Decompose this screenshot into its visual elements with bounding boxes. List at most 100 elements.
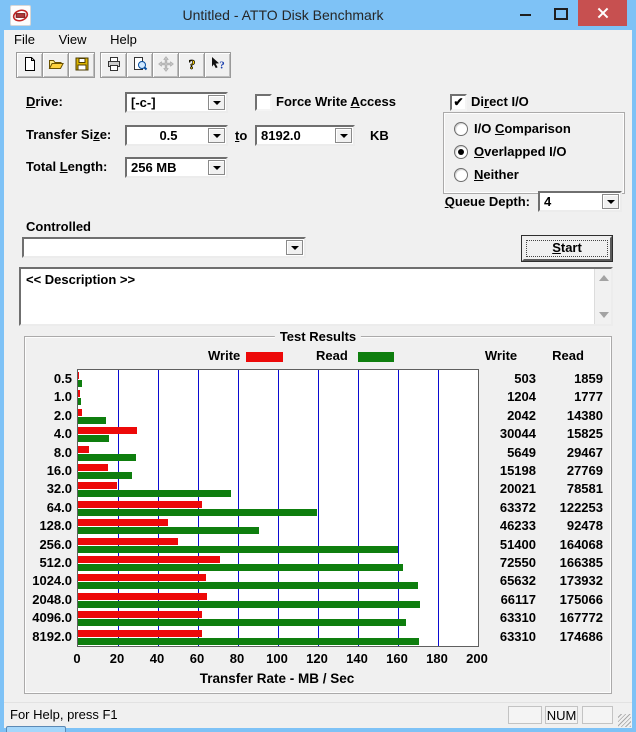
row-label: 128.0	[39, 518, 72, 533]
help-icon: ?	[188, 58, 196, 74]
write-value: 46233	[499, 518, 536, 533]
context-help-icon: ?	[211, 57, 224, 72]
new-document-icon	[24, 57, 35, 71]
write-bar	[78, 372, 79, 379]
write-bar	[78, 464, 108, 471]
menu-bar: File View Help	[4, 30, 632, 49]
menu-help[interactable]: Help	[100, 30, 147, 49]
drive-dropdown-button[interactable]	[208, 95, 225, 110]
gridline	[438, 370, 439, 646]
chevron-down-icon	[606, 199, 615, 204]
check-icon: ✔	[453, 95, 464, 109]
read-value: 1777	[574, 389, 603, 404]
x-tick-label: 160	[386, 651, 408, 666]
write-bar	[78, 556, 220, 563]
read-bar	[78, 564, 403, 571]
to-label: to	[235, 128, 248, 143]
total-length-dropdown-button[interactable]	[208, 160, 225, 175]
benchmark-settings-panel: Drive: [-c-] ✔ Force Write Access ✔ Dire…	[4, 80, 632, 703]
transfer-to-dropdown-button[interactable]	[335, 128, 352, 143]
scroll-up-icon[interactable]	[599, 275, 609, 281]
overlapped-io-radio[interactable]	[454, 145, 468, 159]
transfer-from-dropdown-button[interactable]	[208, 128, 225, 143]
force-write-access-checkbox[interactable]: ✔	[255, 94, 272, 111]
controlled-label: Controlled	[26, 219, 91, 234]
background-window-edge	[6, 726, 66, 732]
x-tick-label: 80	[229, 651, 245, 666]
close-button[interactable]	[578, 0, 627, 26]
svg-text:?: ?	[188, 58, 195, 72]
app-icon[interactable]	[10, 5, 31, 26]
scroll-down-icon[interactable]	[599, 312, 609, 318]
direct-io-checkbox[interactable]: ✔	[450, 94, 467, 111]
menu-file[interactable]: File	[4, 30, 45, 49]
write-value: 63310	[499, 629, 536, 644]
open-file-button[interactable]	[42, 52, 69, 78]
description-field[interactable]: << Description >>	[19, 267, 613, 326]
write-value: 15198	[499, 463, 536, 478]
minimize-button[interactable]	[510, 0, 542, 26]
save-button[interactable]	[68, 52, 95, 78]
chevron-down-icon	[212, 165, 221, 170]
queue-depth-select[interactable]: 4	[538, 191, 622, 212]
legend-read-label: Read	[316, 348, 348, 363]
start-button[interactable]: Start	[521, 235, 613, 262]
read-bar	[78, 490, 231, 497]
context-help-button[interactable]: ?	[204, 52, 231, 78]
read-value: 174686	[559, 629, 603, 644]
resize-grip[interactable]	[618, 714, 631, 727]
write-bar	[78, 446, 89, 453]
menu-view[interactable]: View	[49, 30, 97, 49]
read-value: 122253	[559, 500, 603, 515]
write-value: 503	[514, 371, 536, 386]
write-bar	[78, 390, 80, 397]
read-value: 1859	[574, 371, 603, 386]
status-bar: For Help, press F1 NUM	[4, 702, 632, 728]
read-value: 15825	[566, 426, 603, 441]
test-results-group: Test Results Write Read Write Read 0 20 40…	[24, 329, 612, 694]
io-comparison-label: I/O Comparison	[474, 121, 571, 136]
read-value: 166385	[559, 555, 603, 570]
controlled-select[interactable]	[22, 237, 306, 258]
neither-label: Neither	[474, 167, 519, 182]
write-bar	[78, 519, 168, 526]
pan-move-button[interactable]	[152, 52, 179, 78]
io-comparison-radio[interactable]	[454, 122, 468, 136]
x-tick-label: 120	[306, 651, 328, 666]
read-bar	[78, 472, 132, 479]
read-bar	[78, 398, 81, 405]
row-label: 16.0	[46, 463, 72, 478]
transfer-size-from-select[interactable]: 0.5	[125, 125, 228, 146]
row-label: 4096.0	[32, 610, 72, 625]
drive-label: Drive:	[26, 94, 63, 109]
help-button[interactable]: ?	[178, 52, 205, 78]
write-bar	[78, 427, 137, 434]
description-scrollbar[interactable]	[594, 269, 611, 324]
new-document-button[interactable]	[16, 52, 43, 78]
read-bar	[78, 380, 82, 387]
controlled-dropdown-button[interactable]	[286, 240, 303, 255]
maximize-button[interactable]	[544, 0, 576, 26]
read-value: 29467	[566, 445, 603, 460]
legend-read-swatch	[358, 352, 394, 362]
chevron-down-icon	[290, 245, 299, 250]
drive-select[interactable]: [-c-]	[125, 92, 228, 113]
write-column-header: Write	[484, 348, 518, 363]
total-length-select[interactable]: 256 MB	[125, 157, 228, 178]
row-label: 32.0	[46, 481, 72, 496]
print-preview-button[interactable]	[126, 52, 153, 78]
chevron-down-icon	[339, 133, 348, 138]
transfer-size-to-select[interactable]: 8192.0	[255, 125, 355, 146]
status-pane-caps	[508, 706, 542, 724]
chevron-down-icon	[212, 133, 221, 138]
chart-plot-area	[77, 369, 479, 647]
direct-io-label: Direct I/O	[471, 94, 529, 109]
queue-depth-dropdown-button[interactable]	[602, 194, 619, 209]
row-label: 8.0	[53, 445, 72, 460]
print-button[interactable]	[100, 52, 127, 78]
open-folder-icon	[48, 60, 64, 69]
neither-radio[interactable]	[454, 168, 468, 182]
results-chart: Write Read Write Read 0 20 40 60 80 100 120 140…	[25, 337, 611, 693]
title-bar[interactable]: Untitled - ATTO Disk Benchmark	[0, 0, 636, 30]
row-label: 512.0	[39, 555, 72, 570]
